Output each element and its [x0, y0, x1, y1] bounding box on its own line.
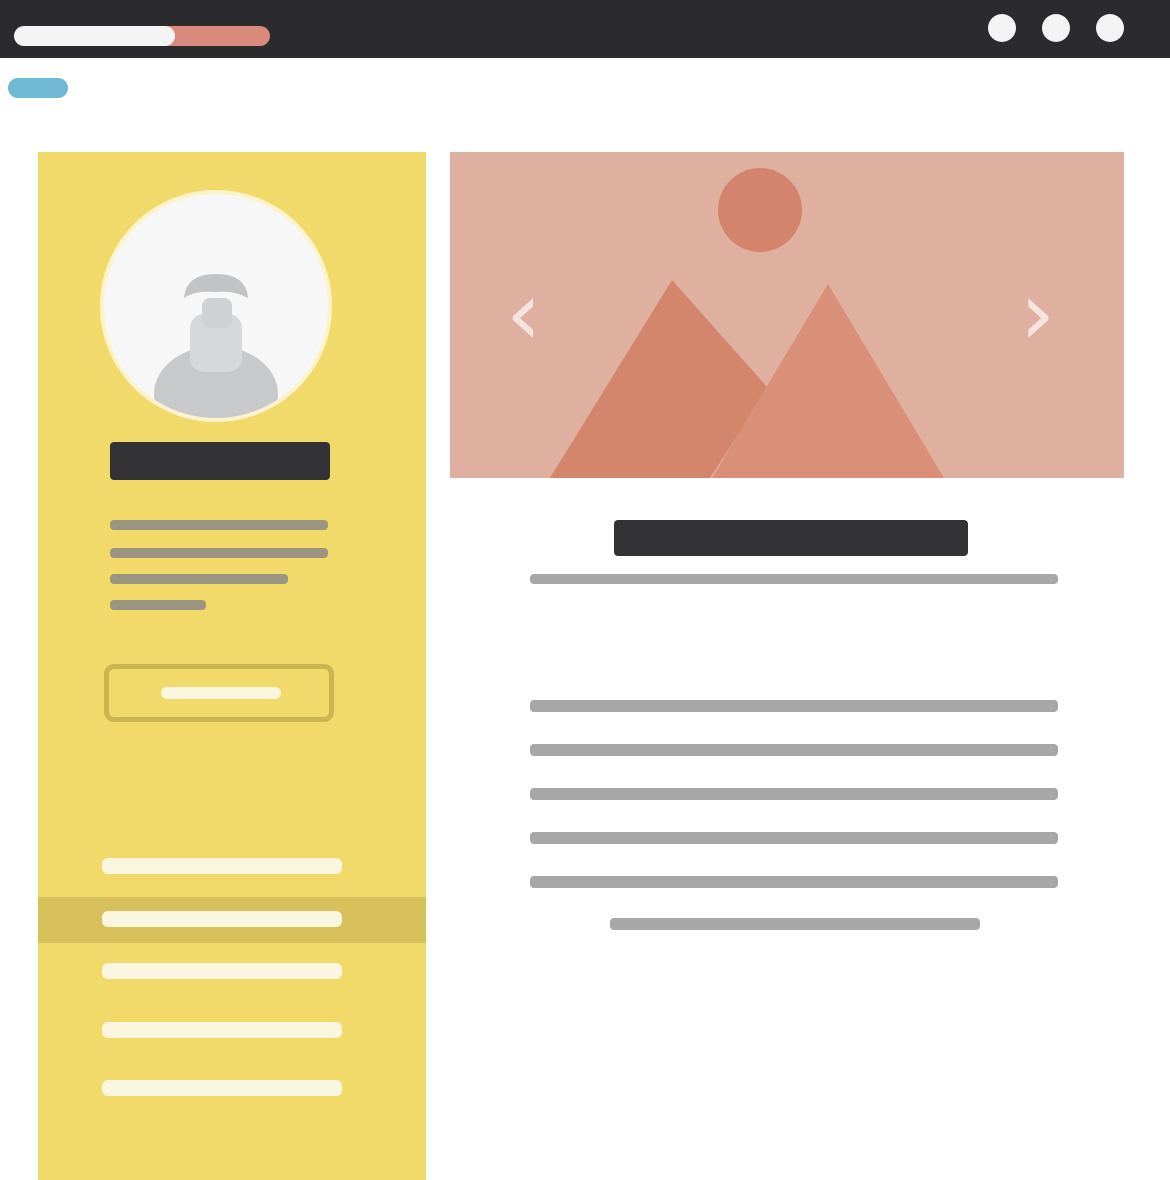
article-body-line [530, 788, 1058, 800]
profile-action-button[interactable] [104, 664, 334, 722]
profile-action-button-label [161, 687, 281, 699]
profile-name [110, 442, 330, 480]
article-body-line [530, 700, 1058, 712]
profile-bio-line [110, 520, 328, 530]
carousel-prev-icon[interactable]: ‹ [506, 270, 541, 358]
window-close-icon[interactable] [1096, 14, 1124, 42]
profile-bio-line [110, 600, 206, 610]
tag-badge[interactable] [8, 78, 68, 98]
avatar [100, 190, 332, 422]
sidebar-nav-item[interactable] [102, 1022, 342, 1038]
address-bar-progress [14, 26, 175, 46]
sidebar-nav-item-active[interactable] [102, 911, 342, 927]
article-body-line [610, 918, 980, 930]
profile-bio-line [110, 574, 288, 584]
sidebar-nav-item[interactable] [102, 1080, 342, 1096]
article-body-line [530, 832, 1058, 844]
image-carousel: ‹ › [450, 152, 1124, 478]
article-title [614, 520, 968, 556]
person-placeholder-icon [154, 274, 278, 418]
window-maximize-icon[interactable] [1042, 14, 1070, 42]
browser-title-bar [0, 0, 1170, 58]
carousel-next-icon[interactable]: › [1020, 270, 1055, 358]
article-body-line [530, 744, 1058, 756]
profile-bio-line [110, 548, 328, 558]
address-bar[interactable] [14, 26, 270, 46]
article-subtitle-line [530, 574, 1058, 584]
sidebar-nav-item[interactable] [102, 858, 342, 874]
window-minimize-icon[interactable] [988, 14, 1016, 42]
sidebar-nav-item[interactable] [102, 963, 342, 979]
article-body-line [530, 876, 1058, 888]
